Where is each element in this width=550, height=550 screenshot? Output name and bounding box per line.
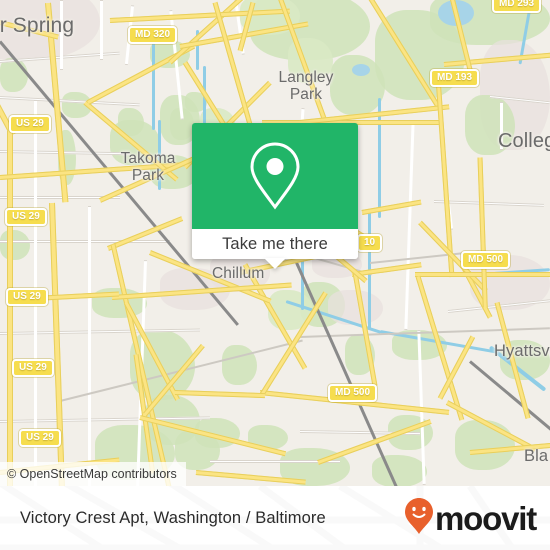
landuse-park bbox=[455, 420, 515, 470]
place-label-takoma-park: Takoma Park bbox=[120, 150, 176, 184]
popup-action-bar[interactable]: Take me there bbox=[192, 229, 358, 259]
shield-us-29-b: US 29 bbox=[5, 208, 47, 226]
highway-us29 bbox=[7, 131, 13, 486]
osm-attribution-text: © OpenStreetMap contributors bbox=[7, 467, 177, 481]
shield-us-29-d: US 29 bbox=[12, 359, 54, 377]
shield-us-29-c: US 29 bbox=[6, 288, 48, 306]
minor-road bbox=[0, 240, 170, 243]
highway-md500 bbox=[174, 390, 266, 399]
minor-road bbox=[88, 206, 91, 486]
shield-md-293: MD 293 bbox=[492, 0, 542, 13]
shield-md-500-a: MD 500 bbox=[461, 251, 511, 269]
minor-road bbox=[100, 0, 103, 60]
place-label-college-park: Colleg bbox=[498, 130, 550, 152]
place-label-bladensburg: Bla bbox=[524, 447, 549, 465]
place-label-silver-spring: er Spring bbox=[0, 14, 75, 37]
shield-md-320: MD 320 bbox=[128, 26, 178, 44]
landuse-park bbox=[0, 230, 30, 260]
shield-us-29-a: US 29 bbox=[9, 115, 51, 133]
shield-md-193: MD 193 bbox=[430, 69, 480, 87]
take-me-there-label: Take me there bbox=[222, 234, 328, 253]
minor-road bbox=[404, 120, 415, 331]
popup-icon-area bbox=[192, 123, 358, 229]
water-body bbox=[352, 64, 370, 76]
moovit-logo[interactable]: moovit bbox=[404, 497, 537, 540]
landuse-park bbox=[0, 58, 28, 92]
highway bbox=[361, 199, 422, 215]
osm-attribution[interactable]: © OpenStreetMap contributors bbox=[0, 462, 186, 486]
place-label-langley-park: Langley Park bbox=[278, 69, 334, 103]
map-screenshot: er Spring TakomaPark LangleyPark Colleg … bbox=[0, 0, 550, 550]
shield-us-29-e: US 29 bbox=[19, 429, 61, 447]
place-label-chillum: Chillum bbox=[212, 265, 265, 282]
minor-road bbox=[433, 200, 544, 207]
place-label-hyattsville: Hyattsvi bbox=[494, 342, 550, 360]
shield-md-10: 10 bbox=[357, 234, 383, 252]
shield-md-500-b: MD 500 bbox=[328, 384, 378, 402]
location-title: Victory Crest Apt, Washington / Baltimor… bbox=[20, 508, 326, 527]
moovit-smiley-pin-icon bbox=[404, 497, 434, 540]
footer-bar: Victory Crest Apt, Washington / Baltimor… bbox=[0, 486, 550, 550]
moovit-wordmark: moovit bbox=[435, 499, 537, 537]
landuse-park bbox=[372, 455, 427, 486]
stream bbox=[152, 40, 155, 130]
popup-tail bbox=[264, 258, 286, 269]
location-pin-icon bbox=[246, 140, 304, 212]
take-me-there-popup[interactable]: Take me there bbox=[192, 123, 358, 269]
